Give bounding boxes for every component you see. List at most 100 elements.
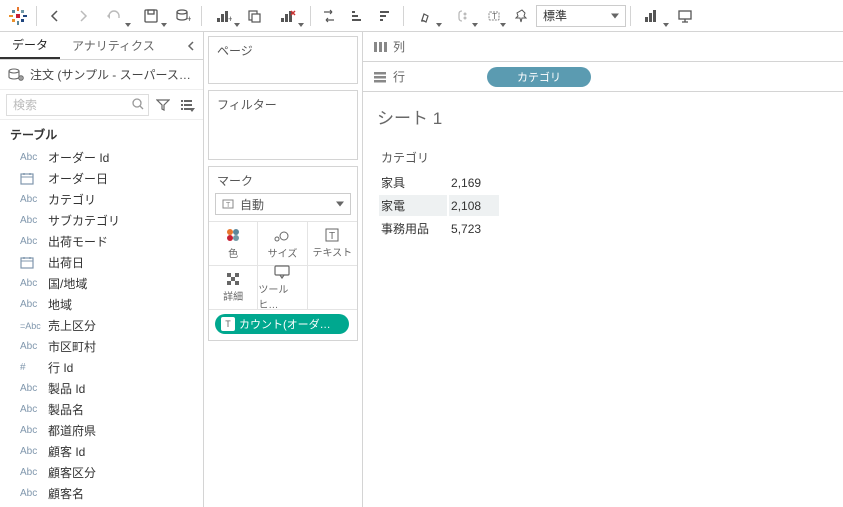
- field-label: 出荷モード: [48, 233, 108, 250]
- mark-empty: [308, 266, 357, 310]
- mark-text-pill[interactable]: T カウント(オーダー ..: [215, 314, 349, 334]
- table-row[interactable]: 事務用品5,723: [379, 218, 499, 239]
- field-label: 都道府県: [48, 422, 96, 439]
- abc-icon: Abc: [20, 467, 42, 478]
- datasource-row[interactable]: 注文 (サンプル - スーパース…: [0, 60, 203, 90]
- view-fields-button[interactable]: [177, 95, 197, 115]
- size-icon: [273, 227, 291, 243]
- filters-card[interactable]: フィルター: [208, 90, 358, 160]
- table-row[interactable]: 家電2,108: [379, 195, 499, 216]
- field-出荷日[interactable]: 出荷日: [0, 252, 203, 273]
- field-都道府県[interactable]: Abc 都道府県: [0, 420, 203, 441]
- fit-select-label: 標準: [543, 7, 567, 24]
- table-row[interactable]: 家具2,169: [379, 172, 499, 193]
- field-label: 国/地域: [48, 275, 87, 292]
- forward-button[interactable]: [69, 2, 97, 30]
- date-icon: [20, 172, 42, 185]
- fit-select[interactable]: 標準: [536, 5, 626, 27]
- presentation-button[interactable]: [671, 2, 699, 30]
- abc-icon: Abc: [20, 488, 42, 499]
- field-label: 顧客 Id: [48, 443, 85, 460]
- marks-title: マーク: [209, 167, 357, 193]
- color-icon: [225, 227, 241, 243]
- undo-button[interactable]: [97, 2, 133, 30]
- sort-desc-button[interactable]: [371, 2, 399, 30]
- group-button[interactable]: [444, 2, 480, 30]
- field-label: 出荷日: [48, 254, 84, 271]
- mark-detail-button[interactable]: 詳細: [209, 266, 258, 310]
- field-search[interactable]: [6, 94, 149, 116]
- marks-card: マーク T 自動 色 サイズ T テキスト: [208, 166, 358, 341]
- rows-pill-category[interactable]: カテゴリ: [487, 67, 591, 87]
- mark-type-label: 自動: [240, 196, 264, 213]
- sort-asc-button[interactable]: [343, 2, 371, 30]
- new-datasource-button[interactable]: +: [169, 2, 197, 30]
- mark-color-button[interactable]: 色: [209, 222, 258, 266]
- show-me-button[interactable]: [635, 2, 671, 30]
- field-行 Id[interactable]: #行 Id: [0, 357, 203, 378]
- abc-icon: Abc: [20, 446, 42, 457]
- datasource-name: 注文 (サンプル - スーパース…: [30, 66, 191, 83]
- row-value: 5,723: [449, 218, 499, 239]
- datasource-icon: [8, 67, 24, 83]
- mark-text-button[interactable]: T テキスト: [308, 222, 357, 266]
- columns-shelf[interactable]: 列: [362, 32, 843, 62]
- abc-icon: Abc: [20, 194, 42, 205]
- field-顧客 Id[interactable]: Abc 顧客 Id: [0, 441, 203, 462]
- rows-label: 行: [393, 68, 405, 85]
- highlight-button[interactable]: [408, 2, 444, 30]
- filter-fields-button[interactable]: [153, 95, 173, 115]
- field-label: 市区町村: [48, 338, 96, 355]
- auto-mark-icon: T: [222, 198, 234, 210]
- rows-shelf[interactable]: 行 カテゴリ: [362, 62, 843, 92]
- worksheet-pane: 列 行 カテゴリ シート 1 カテゴリ 家具2,169家電2,108事務用品5,…: [362, 32, 843, 507]
- field-label: 地域: [48, 296, 72, 313]
- field-出荷モード[interactable]: Abc出荷モード: [0, 231, 203, 252]
- field-オーダー Id[interactable]: Abcオーダー Id: [0, 147, 203, 168]
- filters-title: フィルター: [209, 91, 357, 117]
- swap-button[interactable]: [315, 2, 343, 30]
- svg-text:+: +: [228, 14, 232, 23]
- field-顧客名[interactable]: Abc顧客名: [0, 483, 203, 504]
- mark-size-button[interactable]: サイズ: [258, 222, 307, 266]
- save-button[interactable]: [133, 2, 169, 30]
- field-オーダー日[interactable]: オーダー日: [0, 168, 203, 189]
- abc-icon: =Abc: [20, 321, 42, 331]
- field-カテゴリ[interactable]: Abc カテゴリ: [0, 189, 203, 210]
- field-製品 Id[interactable]: Abc製品 Id: [0, 378, 203, 399]
- field-市区町村[interactable]: Abc市区町村: [0, 336, 203, 357]
- search-input[interactable]: [6, 94, 149, 116]
- cards-pane: ページ フィルター マーク T 自動 色 サイズ T: [204, 32, 362, 507]
- date-icon: [20, 256, 42, 269]
- mark-tooltip-button[interactable]: ツールヒ…: [258, 266, 307, 310]
- field-国/地域[interactable]: Abc 国/地域: [0, 273, 203, 294]
- field-地域[interactable]: Abc地域: [0, 294, 203, 315]
- field-label: 行 Id: [48, 359, 73, 376]
- viz-area: シート 1 カテゴリ 家具2,169家電2,108事務用品5,723: [362, 92, 843, 507]
- abc-icon: Abc: [20, 425, 42, 436]
- rows-icon: [373, 71, 387, 83]
- labels-button[interactable]: T: [480, 2, 508, 30]
- text-pill-icon: T: [221, 317, 235, 331]
- pin-button[interactable]: [508, 2, 536, 30]
- field-label: カテゴリ: [48, 191, 96, 208]
- new-worksheet-button[interactable]: +: [206, 2, 242, 30]
- mark-type-select[interactable]: T 自動: [215, 193, 351, 215]
- abc-icon: Abc: [20, 278, 42, 289]
- duplicate-sheet-button[interactable]: [242, 2, 270, 30]
- clear-sheet-button[interactable]: [270, 2, 306, 30]
- back-button[interactable]: [41, 2, 69, 30]
- field-製品名[interactable]: Abc製品名: [0, 399, 203, 420]
- pages-card[interactable]: ページ: [208, 36, 358, 84]
- collapse-pane-button[interactable]: [179, 32, 203, 59]
- row-value: 2,108: [449, 195, 499, 216]
- field-顧客区分[interactable]: Abc顧客区分: [0, 462, 203, 483]
- field-サブカテゴリ[interactable]: Abcサブカテゴリ: [0, 210, 203, 231]
- tab-data[interactable]: データ: [0, 32, 60, 59]
- abc-icon: Abc: [20, 215, 42, 226]
- data-pane: データ アナリティクス 注文 (サンプル - スーパース… テーブル Abcオー…: [0, 32, 204, 507]
- tab-analytics[interactable]: アナリティクス: [60, 32, 167, 59]
- field-売上区分[interactable]: =Abc売上区分: [0, 315, 203, 336]
- sheet-title[interactable]: シート 1: [377, 104, 829, 129]
- abc-icon: Abc: [20, 404, 42, 415]
